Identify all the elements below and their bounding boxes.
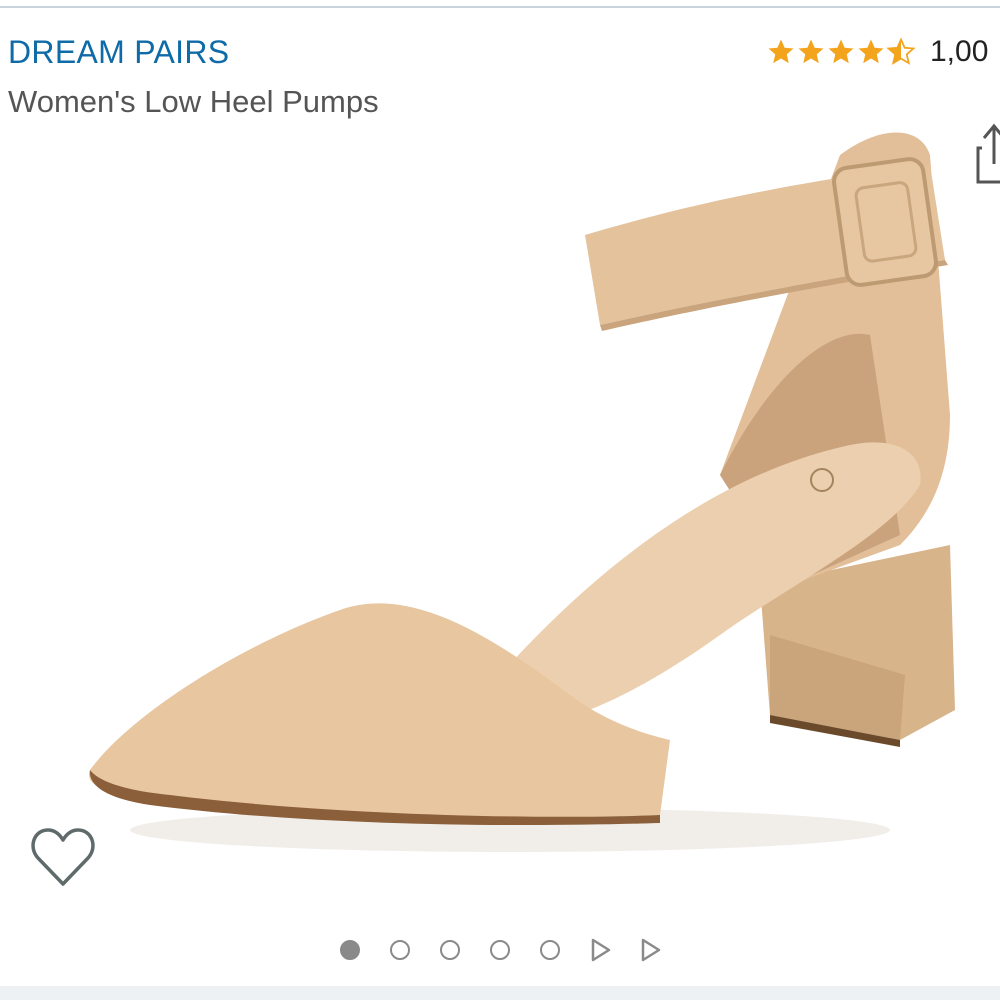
carousel-dot[interactable] <box>390 940 410 960</box>
star-icon <box>798 39 824 64</box>
video-thumbnail-play-icon[interactable] <box>590 937 612 963</box>
top-border-bar <box>0 0 1000 8</box>
rating-summary[interactable]: 1,00 <box>766 34 988 70</box>
share-icon[interactable] <box>972 120 1000 184</box>
star-rating <box>766 37 916 67</box>
carousel-dot[interactable] <box>440 940 460 960</box>
rating-count[interactable]: 1,00 <box>930 35 988 69</box>
carousel-dot[interactable] <box>340 940 360 960</box>
star-icon <box>858 39 884 64</box>
carousel-dot[interactable] <box>490 940 510 960</box>
video-thumbnail-play-icon[interactable] <box>640 937 662 963</box>
product-image[interactable] <box>70 115 970 905</box>
star-icon <box>768 39 794 64</box>
brand-link[interactable]: DREAM PAIRS <box>8 34 229 71</box>
star-icon <box>828 39 854 64</box>
bottom-divider <box>0 986 1000 1000</box>
half-star-icon <box>886 37 916 65</box>
image-carousel-indicators <box>340 932 690 968</box>
wishlist-heart-icon[interactable] <box>30 826 96 888</box>
carousel-dot[interactable] <box>540 940 560 960</box>
